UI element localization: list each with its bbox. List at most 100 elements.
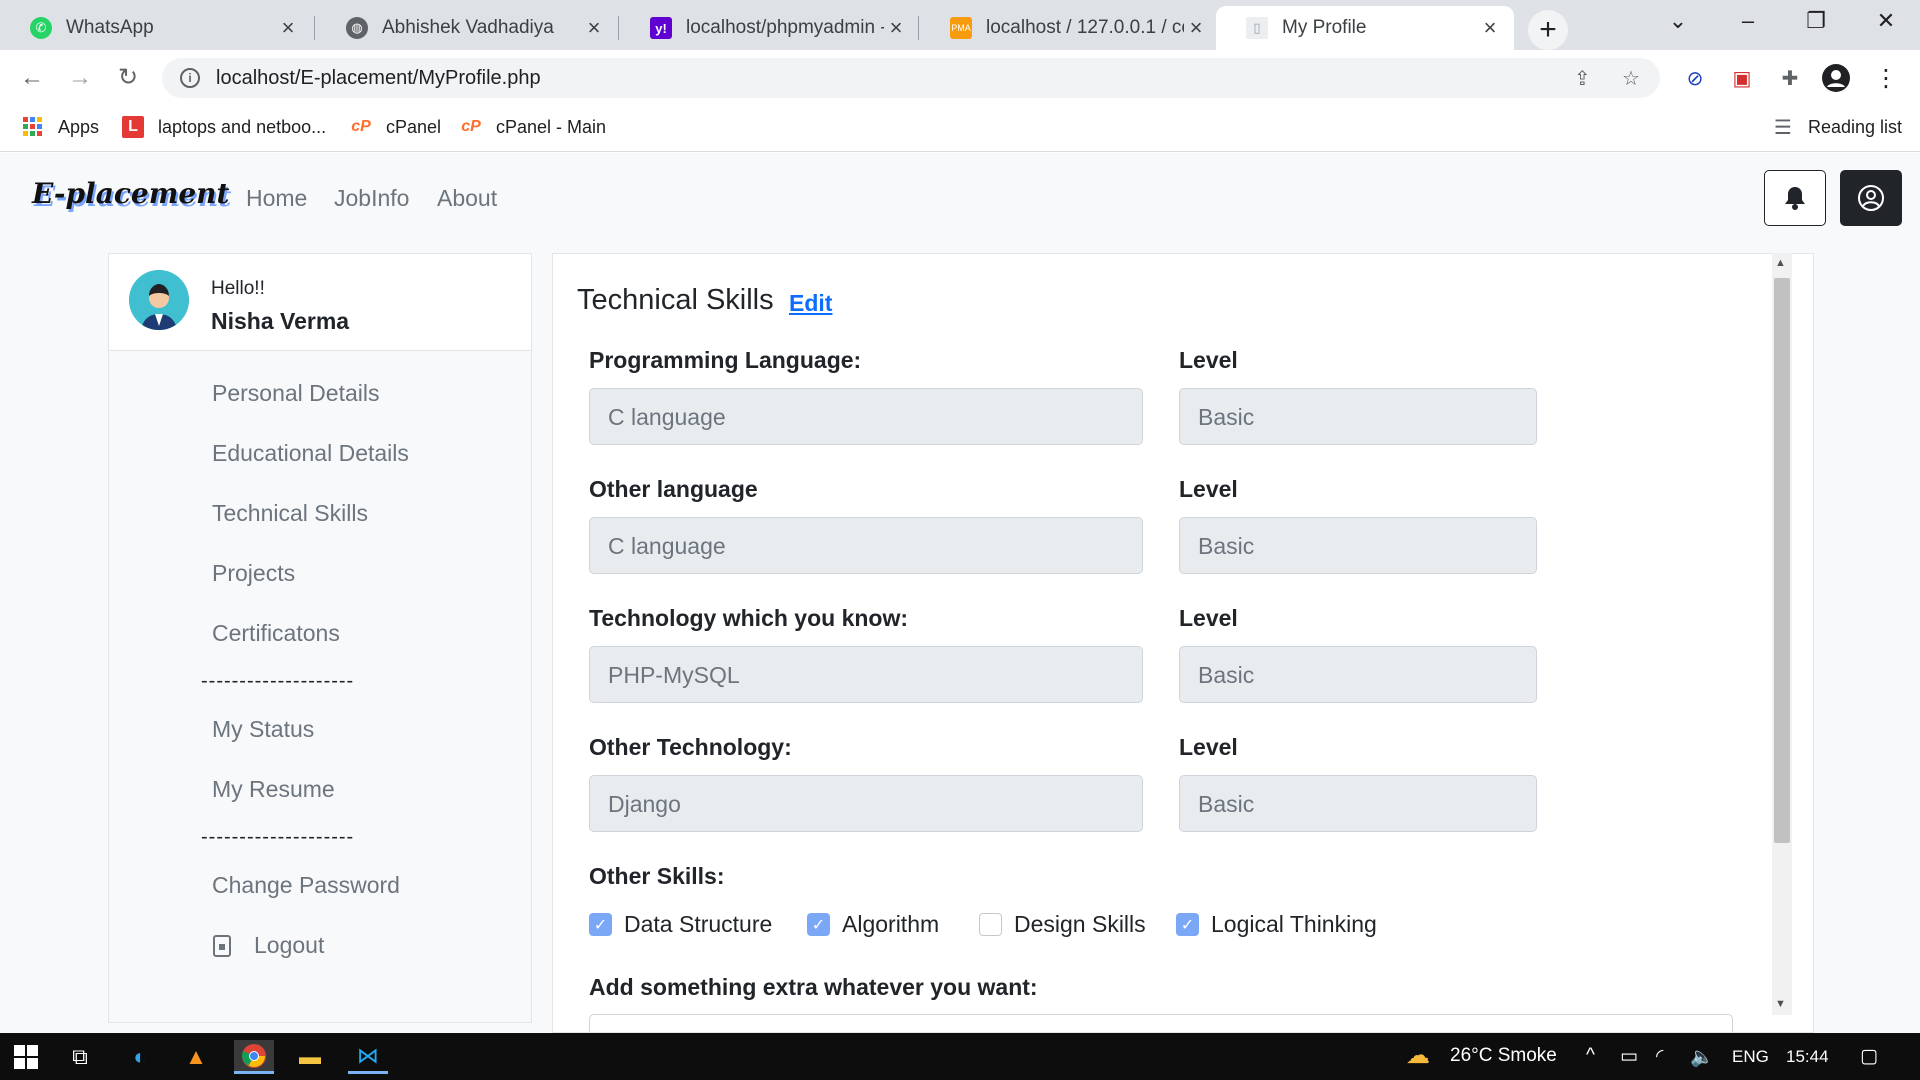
programming-language-field[interactable]: C language [589, 388, 1143, 445]
url-text[interactable]: localhost/E-placement/MyProfile.php [216, 67, 541, 90]
other-technology-field[interactable]: Django [589, 775, 1143, 832]
tab-search-icon[interactable]: ⌄ [1658, 8, 1698, 34]
profile-sidebar: Hello!! Nisha Verma Personal Details Edu… [108, 253, 532, 1023]
sidebar-item-certifications[interactable]: Certificatons [212, 620, 340, 647]
windows-start-icon[interactable] [6, 1040, 46, 1074]
clock-time[interactable]: 15:44 [1786, 1047, 1829, 1067]
level-label: Level [1179, 476, 1238, 502]
bookmark-apps[interactable]: Apps [22, 116, 99, 138]
sidebar-item-projects[interactable]: Projects [212, 560, 295, 587]
battery-icon[interactable]: ▭ [1620, 1045, 1638, 1068]
technology-label: Technology which you know: [589, 605, 909, 631]
sidebar-item-my-resume[interactable]: My Resume [212, 776, 335, 803]
scroll-up-arrow-icon[interactable]: ▲ [1775, 257, 1786, 269]
vscode-icon[interactable]: ⋈ [348, 1040, 388, 1074]
nav-link-home[interactable]: Home [246, 185, 307, 212]
checkbox-checked-icon[interactable]: ✓ [589, 913, 612, 936]
notifications-button[interactable] [1764, 170, 1826, 226]
reading-list-button[interactable]: ☰ Reading list [1772, 116, 1902, 139]
other-language-level-field[interactable]: Basic [1179, 517, 1537, 574]
weather-icon[interactable]: ☁ [1406, 1041, 1430, 1070]
level-label: Level [1179, 734, 1238, 760]
extra-info-textarea[interactable] [589, 1014, 1733, 1032]
sidebar-item-logout[interactable]: Logout [212, 932, 324, 959]
back-button[interactable]: ← [16, 62, 48, 94]
tab-whatsapp[interactable]: ✆ WhatsApp × [0, 6, 312, 50]
level-label: Level [1179, 347, 1238, 373]
profile-avatar-icon[interactable] [1822, 64, 1850, 92]
phpmyadmin-icon: PMA [950, 17, 972, 39]
programming-language-level-field[interactable]: Basic [1179, 388, 1537, 445]
language-indicator[interactable]: ENG [1732, 1047, 1769, 1067]
sidebar-item-personal-details[interactable]: Personal Details [212, 380, 379, 407]
menu-kebab-icon[interactable]: ⋮ [1872, 64, 1900, 92]
minimize-button[interactable]: – [1728, 8, 1768, 34]
sidebar-item-change-password[interactable]: Change Password [212, 872, 400, 899]
nav-link-about[interactable]: About [437, 185, 497, 212]
globe-icon: ◍ [346, 17, 368, 39]
technology-level-field[interactable]: Basic [1179, 646, 1537, 703]
pocket-extension-icon[interactable]: ▣ [1728, 64, 1756, 92]
technology-field[interactable]: PHP-MySQL [589, 646, 1143, 703]
page-icon: ▯ [1246, 17, 1268, 39]
close-icon[interactable]: × [1478, 15, 1502, 41]
vlc-icon[interactable]: ▲ [176, 1040, 216, 1074]
task-view-icon[interactable]: ⧉ [60, 1040, 100, 1074]
tab-phpmyadmin[interactable]: PMA localhost / 127.0.0.1 / con × [920, 6, 1220, 50]
notifications-center-icon[interactable]: ▢ [1860, 1045, 1878, 1068]
close-icon[interactable]: × [884, 15, 908, 41]
avatar [129, 270, 189, 330]
chrome-icon[interactable] [234, 1040, 274, 1074]
tab-separator [918, 16, 919, 40]
chevron-up-icon[interactable]: ^ [1586, 1045, 1595, 1067]
tab-my-profile[interactable]: ▯ My Profile × [1216, 6, 1514, 50]
edge-icon[interactable]: ◐ [120, 1040, 160, 1074]
skill-checkbox-logical-thinking[interactable]: ✓ Logical Thinking [1176, 911, 1377, 938]
new-tab-button[interactable]: + [1528, 10, 1568, 50]
reload-button[interactable]: ↻ [112, 62, 144, 94]
close-icon[interactable]: × [582, 15, 606, 41]
other-skills-label: Other Skills: [589, 863, 725, 889]
skill-checkbox-algorithm[interactable]: ✓ Algorithm [807, 911, 939, 938]
other-technology-label: Other Technology: [589, 734, 792, 760]
scroll-down-arrow-icon[interactable]: ▼ [1775, 998, 1786, 1010]
file-explorer-icon[interactable]: ▬ [290, 1040, 330, 1074]
checkbox-unchecked-icon[interactable] [979, 913, 1002, 936]
skill-label: Algorithm [842, 911, 940, 937]
weather-text[interactable]: 26°C Smoke [1450, 1045, 1557, 1067]
sidebar-item-educational-details[interactable]: Educational Details [212, 440, 409, 467]
edit-link[interactable]: Edit [789, 290, 832, 317]
profile-card: Hello!! Nisha Verma [109, 254, 531, 351]
section-title: Technical Skills [577, 284, 774, 316]
checkbox-checked-icon[interactable]: ✓ [1176, 913, 1199, 936]
sidebar-item-technical-skills[interactable]: Technical Skills [212, 500, 368, 527]
info-icon[interactable]: i [180, 68, 200, 88]
restore-button[interactable]: ❐ [1796, 8, 1836, 34]
star-icon[interactable]: ☆ [1622, 66, 1640, 91]
account-button[interactable] [1840, 170, 1902, 226]
site-brand-logo[interactable]: E-placement [32, 177, 229, 210]
blocker-extension-icon[interactable]: ⊘ [1681, 64, 1709, 92]
bookmark-laptops[interactable]: L laptops and netboo... [122, 116, 326, 138]
tab-abhishek[interactable]: ◍ Abhishek Vadhadiya × [316, 6, 618, 50]
tab-phpmyadmin-yahoo[interactable]: y! localhost/phpmyadmin - × [620, 6, 920, 50]
volume-icon[interactable]: 🔈 [1690, 1045, 1714, 1069]
skill-checkbox-data-structure[interactable]: ✓ Data Structure [589, 911, 772, 938]
close-icon[interactable]: × [276, 15, 300, 41]
close-icon[interactable]: × [1184, 15, 1208, 41]
checkbox-checked-icon[interactable]: ✓ [807, 913, 830, 936]
other-language-field[interactable]: C language [589, 517, 1143, 574]
bookmark-cpanel-main[interactable]: cP cPanel - Main [460, 116, 606, 138]
nav-link-jobinfo[interactable]: JobInfo [334, 185, 409, 212]
share-icon[interactable]: ⇪ [1574, 66, 1591, 91]
page-scrollbar-thumb[interactable] [1774, 278, 1790, 843]
forward-button[interactable]: → [64, 62, 96, 94]
wifi-icon[interactable]: ◜ [1656, 1045, 1663, 1068]
close-window-button[interactable]: ✕ [1866, 8, 1906, 34]
extensions-puzzle-icon[interactable]: ✚ [1776, 64, 1804, 92]
other-technology-level-field[interactable]: Basic [1179, 775, 1537, 832]
sidebar-item-my-status[interactable]: My Status [212, 716, 314, 743]
address-bar[interactable]: i localhost/E-placement/MyProfile.php ⇪ … [162, 58, 1660, 98]
bookmark-cpanel[interactable]: cP cPanel [350, 116, 441, 138]
skill-checkbox-design-skills[interactable]: Design Skills [979, 911, 1146, 938]
